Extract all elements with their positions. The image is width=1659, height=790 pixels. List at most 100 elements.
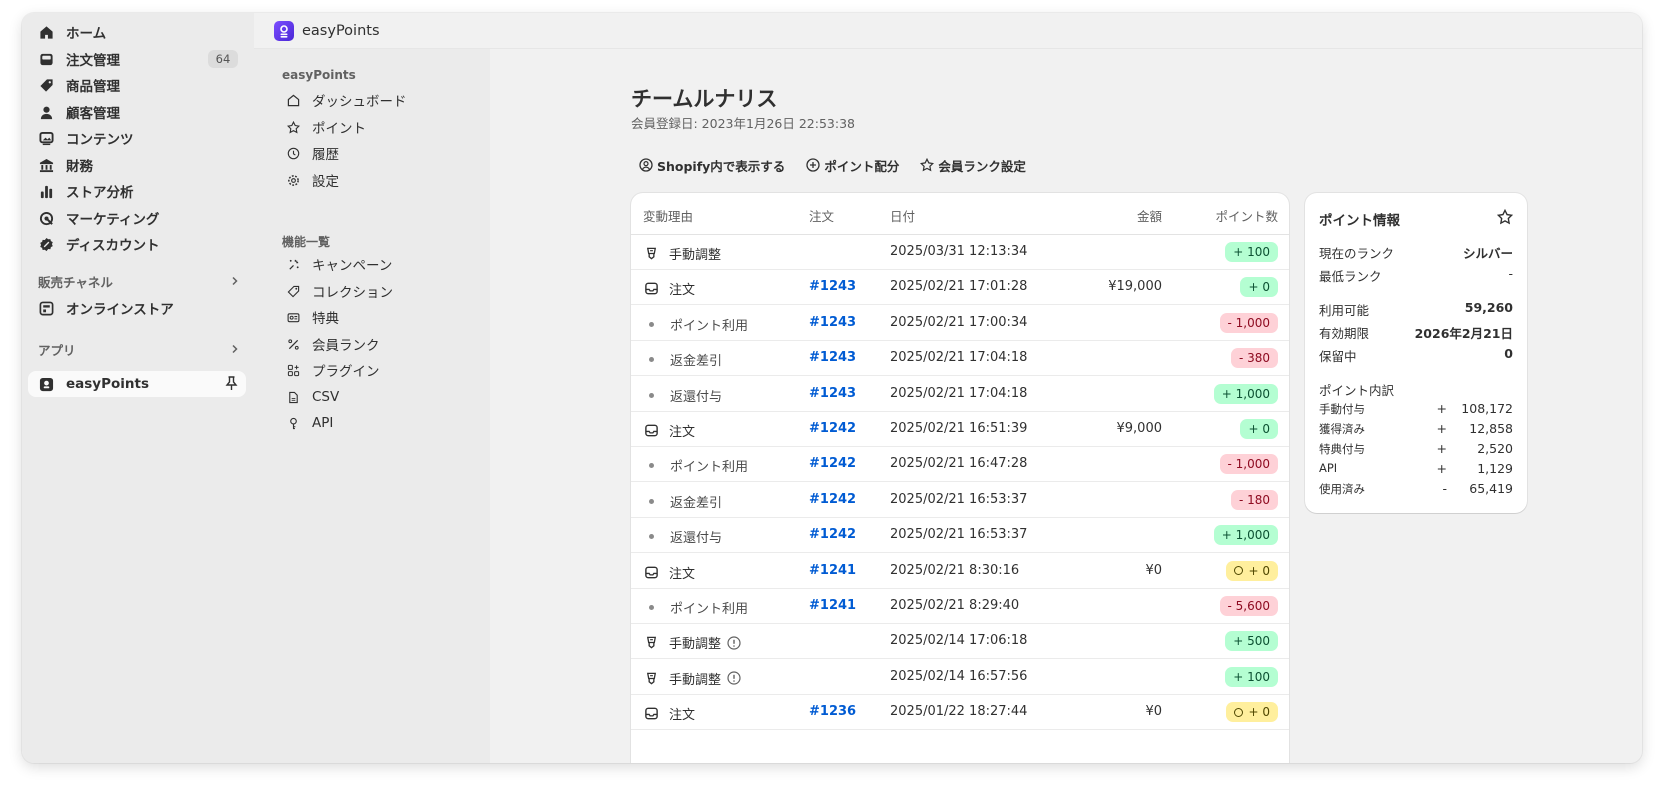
bar-chart-icon	[38, 183, 54, 199]
reason-label: ポイント利用	[670, 460, 749, 476]
bullet-icon	[649, 605, 654, 610]
subnav-collections[interactable]: コレクション	[276, 278, 476, 304]
nav-online-store[interactable]: オンラインストア	[28, 295, 246, 321]
subnav-campaigns[interactable]: キャンペーン	[276, 251, 476, 277]
table-row[interactable]: 注文 #1242 2025/02/21 16:51:39 ¥9,000 + 0	[631, 412, 1289, 447]
order-link[interactable]: #1243	[809, 279, 856, 294]
subnav-api[interactable]: API	[276, 410, 476, 436]
table-row[interactable]: 手動調整 2025/02/14 16:57:56 + 100	[631, 660, 1289, 695]
info-icon[interactable]	[727, 671, 741, 685]
reason-label: 手動調整	[669, 637, 722, 653]
nav-marketing[interactable]: マーケティング	[28, 205, 246, 231]
pending-circle-icon	[1234, 566, 1244, 576]
table-row[interactable]: ポイント利用 #1242 2025/02/21 16:47:28 - 1,000	[631, 447, 1289, 483]
points-value: + 0	[1248, 563, 1270, 578]
nav-content[interactable]: コンテンツ	[28, 125, 246, 151]
nav-customers[interactable]: 顧客管理	[28, 99, 246, 125]
date-cell: 2025/02/21 8:29:40	[890, 598, 1020, 613]
subnav-csv[interactable]: CSV	[276, 384, 476, 410]
table-row[interactable]: ポイント利用 #1241 2025/02/21 8:29:40 - 5,600	[631, 589, 1289, 624]
table-row[interactable]: ポイント利用 #1243 2025/02/21 17:00:34 - 1,000	[631, 306, 1289, 341]
subnav-benefits[interactable]: 特典	[276, 304, 476, 330]
table-row[interactable]: 注文 #1243 2025/02/21 17:01:28 ¥19,000 + 0	[631, 270, 1289, 306]
target-icon	[38, 210, 54, 226]
date-cell: 2025/03/31 12:13:34	[890, 244, 1028, 259]
tag-outline-icon	[286, 284, 300, 298]
sales-channels-section[interactable]: 販売チャネル	[38, 271, 240, 291]
table-row[interactable]: 手動調整 2025/03/31 12:13:34 + 100	[631, 235, 1289, 270]
subnav-group-heading: easyPoints	[282, 68, 356, 82]
nav-discounts[interactable]: ディスカウント	[28, 231, 246, 257]
expiry-value: 2026年2月21日	[1414, 326, 1513, 341]
subnav-label: API	[312, 415, 334, 431]
order-link[interactable]: #1242	[809, 527, 856, 542]
order-link[interactable]: #1242	[809, 456, 856, 471]
table-row[interactable]: 注文 #1236 2025/01/22 18:27:44 ¥0 + 0	[631, 695, 1289, 731]
date-cell: 2025/02/21 16:53:37	[890, 491, 1028, 507]
col-amount-header: 金額	[1136, 209, 1162, 224]
reason-label: 注文	[669, 283, 696, 299]
subnav-label: コレクション	[312, 285, 393, 301]
table-row[interactable]: 返還付与 #1243 2025/02/21 17:04:18 + 1,000	[631, 377, 1289, 412]
apps-section[interactable]: アプリ	[38, 339, 240, 359]
pin-icon[interactable]	[225, 376, 238, 395]
nav-products[interactable]: 商品管理	[28, 72, 246, 98]
order-link[interactable]: #1243	[809, 386, 856, 401]
points-badge: + 0	[1240, 419, 1278, 439]
subnav-settings[interactable]: 設定	[276, 167, 476, 193]
member-rank-settings-button[interactable]: 会員ランク設定	[912, 153, 1033, 177]
reason-cell: ポイント利用	[643, 456, 748, 475]
table-row[interactable]: 注文 #1241 2025/02/21 8:30:16 ¥0 + 0	[631, 554, 1289, 589]
subnav-dashboard[interactable]: ダッシュボード	[276, 87, 476, 113]
inbox-icon	[38, 51, 54, 67]
amount-cell: ¥9,000	[1116, 421, 1163, 436]
nav-label: easyPoints	[66, 376, 149, 392]
points-badge: + 100	[1225, 242, 1278, 262]
order-link[interactable]: #1236	[809, 704, 856, 719]
nav-analytics[interactable]: ストア分析	[28, 178, 246, 204]
allocate-points-button[interactable]: ポイント配分	[798, 153, 906, 177]
person-icon	[38, 104, 54, 120]
order-link[interactable]: #1243	[809, 350, 856, 365]
order-link[interactable]: #1241	[809, 563, 856, 578]
reason-label: 注文	[669, 566, 696, 582]
nav-home[interactable]: ホーム	[28, 19, 246, 45]
subnav-member-rank[interactable]: 会員ランク	[276, 331, 476, 357]
table-row[interactable]: 手動調整 2025/02/14 17:06:18 + 500	[631, 624, 1289, 660]
points-value: + 0	[1248, 280, 1270, 295]
nav-app-easypoints[interactable]: easyPoints	[28, 371, 246, 397]
action-label: ポイント配分	[824, 158, 900, 174]
available-label: 利用可能	[1319, 303, 1370, 318]
current-rank-label: 現在のランク	[1319, 246, 1395, 261]
order-inbox-icon	[643, 564, 659, 580]
subnav-points[interactable]: ポイント	[276, 114, 476, 140]
nav-orders[interactable]: 注文管理 64	[28, 46, 246, 72]
order-link[interactable]: #1241	[809, 598, 856, 613]
info-icon[interactable]	[727, 636, 741, 650]
view-in-shopify-button[interactable]: Shopify内で表示する	[631, 153, 792, 177]
table-row[interactable]: 返金差引 #1242 2025/02/21 16:53:37 - 180	[631, 483, 1289, 518]
order-link[interactable]: #1242	[809, 492, 856, 507]
file-icon	[286, 390, 300, 404]
order-link[interactable]: #1242	[809, 421, 856, 436]
reason-cell: 手動調整	[643, 633, 741, 652]
subnav-history[interactable]: 履歴	[276, 140, 476, 166]
date-cell: 2025/02/21 17:04:18	[890, 385, 1028, 401]
breakdown-row: 特典付与 +2,520	[1319, 441, 1513, 457]
nav-finance[interactable]: 財務	[28, 152, 246, 178]
breakdown-label: ポイント内訳	[1319, 383, 1395, 398]
table-row[interactable]: 返金差引 #1243 2025/02/21 17:04:18 - 380	[631, 341, 1289, 377]
subnav-group-heading: 機能一覧	[282, 235, 331, 249]
nav-label: ストア分析	[66, 185, 134, 201]
star-icon[interactable]	[1496, 208, 1514, 225]
admin-window: ホーム 注文管理 64 商品管理 顧客管理 コンテンツ 財務 ストア分析 マーケ…	[22, 13, 1642, 763]
registration-date: 会員登録日: 2023年1月26日 22:53:38	[631, 116, 855, 131]
table-row[interactable]: 返還付与 #1242 2025/02/21 16:53:37 + 1,000	[631, 518, 1289, 554]
amount-cell: ¥0	[1145, 562, 1162, 578]
breakdown-item-value: - 65,419	[1442, 481, 1513, 497]
breakdown-row: 手動付与 +108,172	[1319, 401, 1513, 417]
order-link[interactable]: #1243	[809, 315, 856, 330]
date-cell: 2025/02/21 16:53:37	[890, 527, 1028, 543]
expiry-label: 有効期限	[1319, 326, 1370, 341]
subnav-plugins[interactable]: プラグイン	[276, 357, 476, 383]
